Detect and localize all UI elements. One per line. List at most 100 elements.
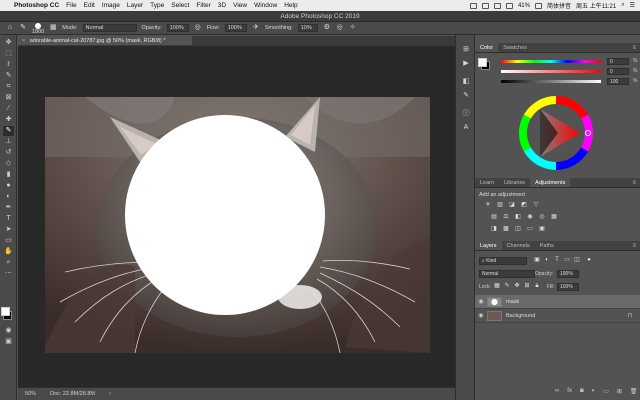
levels-icon[interactable]: ▥ <box>496 202 504 209</box>
lasso-tool-icon[interactable]: ℓ <box>3 60 14 70</box>
status-menu-icon[interactable]: › <box>109 388 111 400</box>
selective-color-icon[interactable]: ▣ <box>538 226 546 233</box>
layer-row-background[interactable]: ◉ Background ⊓ <box>475 309 640 323</box>
saturation-slider[interactable] <box>501 69 601 73</box>
layer-name-background[interactable]: Background <box>506 313 535 319</box>
foreground-color-swatch[interactable] <box>1 307 10 316</box>
hue-saturation-icon[interactable]: ▤ <box>490 214 498 221</box>
menu-image[interactable]: Image <box>102 2 120 9</box>
notification-icon[interactable]: ☰ <box>630 2 635 9</box>
slider-1-value[interactable]: 0 <box>607 57 629 65</box>
lock-transparent-icon[interactable]: ▦ <box>493 283 501 290</box>
brightness-contrast-icon[interactable]: ☀ <box>484 202 492 209</box>
filter-smart-object-icon[interactable]: ◫ <box>573 257 581 264</box>
brush-settings-icon[interactable]: ▦ <box>49 24 57 32</box>
frame-tool-icon[interactable]: ⊠ <box>3 93 14 103</box>
history-panel-icon[interactable]: ⊞ <box>461 45 471 54</box>
document-canvas[interactable] <box>45 97 430 353</box>
tab-layers[interactable]: Layers <box>475 241 502 250</box>
menu-window[interactable]: Window <box>254 2 277 9</box>
gradient-map-icon[interactable]: ▭ <box>526 226 534 233</box>
adjustments-panel-menu-icon[interactable]: ≡ <box>632 178 636 188</box>
zoom-level[interactable]: 50% <box>25 388 36 400</box>
home-icon[interactable]: ⌂ <box>6 24 14 32</box>
menu-view[interactable]: View <box>233 2 247 9</box>
menu-app-name[interactable]: Photoshop CC <box>14 2 59 9</box>
tab-adjustments[interactable]: Adjustments <box>530 178 571 187</box>
search-icon[interactable]: ⌕ <box>621 2 624 9</box>
layer-style-icon[interactable]: fx <box>567 388 572 395</box>
color-panel-menu-icon[interactable]: ≡ <box>632 43 636 53</box>
add-mask-icon[interactable]: ◙ <box>580 388 584 395</box>
input-method[interactable]: 简体拼音 <box>547 1 571 10</box>
blur-tool-icon[interactable]: ● <box>3 181 14 191</box>
gradient-tool-icon[interactable]: ▮ <box>3 170 14 180</box>
eyedropper-tool-icon[interactable]: ⁄ <box>3 104 14 114</box>
menu-help[interactable]: Help <box>284 2 297 9</box>
marquee-tool-icon[interactable]: ⬚ <box>3 49 14 59</box>
curves-icon[interactable]: ◪ <box>508 202 516 209</box>
invert-icon[interactable]: ◨ <box>490 226 498 233</box>
lock-position-icon[interactable]: ✥ <box>513 283 521 290</box>
hue-slider[interactable] <box>501 59 601 63</box>
brush-settings-panel-icon[interactable]: ✎ <box>461 91 471 100</box>
tab-color[interactable]: Color <box>475 43 499 52</box>
slider-3-value[interactable]: 100 <box>607 77 629 85</box>
tab-libraries[interactable]: Libraries <box>499 178 530 187</box>
color-slider-3[interactable]: 100 % <box>501 77 637 85</box>
smoothing-field[interactable]: 10% <box>297 24 318 32</box>
layer-opacity-field[interactable]: 100% <box>557 270 579 278</box>
eraser-tool-icon[interactable]: ◇ <box>3 159 14 169</box>
new-layer-icon[interactable]: ⊞ <box>617 388 622 395</box>
airbrush-icon[interactable]: ✈ <box>252 24 260 32</box>
type-tool-icon[interactable]: T <box>3 214 14 224</box>
posterize-icon[interactable]: ▩ <box>502 226 510 233</box>
tab-paths[interactable]: Paths <box>535 241 559 250</box>
pen-tool-icon[interactable]: ✒ <box>3 203 14 213</box>
color-wheel[interactable] <box>518 95 594 171</box>
hand-tool-icon[interactable]: ✋ <box>3 247 14 257</box>
visibility-eye-icon[interactable]: ◉ <box>475 312 487 319</box>
tab-swatches[interactable]: Swatches <box>498 43 532 52</box>
character-panel-icon[interactable]: A <box>461 123 471 132</box>
battery-percent[interactable]: 41% <box>518 3 530 9</box>
quick-select-tool-icon[interactable]: ✎ <box>3 71 14 81</box>
battery-icon[interactable] <box>534 2 542 9</box>
filter-toggle-icon[interactable]: ● <box>585 257 593 264</box>
link-layers-icon[interactable]: ∞ <box>555 388 559 395</box>
move-tool-icon[interactable]: ✥ <box>3 38 14 48</box>
layer-lock-icon[interactable]: ⊓ <box>628 313 632 319</box>
info-panel-icon[interactable]: ⓘ <box>461 109 471 118</box>
vibrance-icon[interactable]: ▽ <box>532 202 540 209</box>
brightness-slider[interactable] <box>501 79 601 83</box>
menu-filter[interactable]: Filter <box>196 2 210 9</box>
filter-pixel-icon[interactable]: ▣ <box>533 257 541 264</box>
clone-stamp-tool-icon[interactable]: ⊥ <box>3 137 14 147</box>
channel-mixer-icon[interactable]: ◎ <box>538 214 546 221</box>
mode-select[interactable]: Normal <box>82 24 137 32</box>
history-brush-tool-icon[interactable]: ↺ <box>3 148 14 158</box>
symmetry-icon[interactable]: ✧ <box>349 24 357 32</box>
path-selection-tool-icon[interactable]: ➤ <box>3 225 14 235</box>
more-tools-icon[interactable]: ⋯ <box>3 269 14 279</box>
shape-tool-icon[interactable]: ▭ <box>3 236 14 246</box>
exposure-icon[interactable]: ◩ <box>520 202 528 209</box>
quick-mask-icon[interactable]: ◉ <box>3 326 14 336</box>
screen-mode-icon[interactable]: ▣ <box>3 337 14 347</box>
menu-3d[interactable]: 3D <box>218 2 226 9</box>
color-slider-2[interactable]: 0 % <box>501 67 637 75</box>
dodge-tool-icon[interactable]: ◐ <box>3 192 14 202</box>
opacity-field[interactable]: 100% <box>166 24 189 32</box>
flow-field[interactable]: 100% <box>224 24 247 32</box>
menu-select[interactable]: Select <box>171 2 189 9</box>
delete-layer-icon[interactable]: 🗑︎ <box>630 388 638 395</box>
zoom-tool-icon[interactable]: ⌕ <box>3 258 14 268</box>
filter-type-icon[interactable]: T <box>553 257 561 264</box>
menu-layer[interactable]: Layer <box>127 2 143 9</box>
filter-adjustment-icon[interactable]: ◐ <box>543 257 551 264</box>
visibility-eye-icon[interactable]: ◉ <box>475 298 487 305</box>
lock-image-icon[interactable]: ✎ <box>503 283 511 290</box>
menu-type[interactable]: Type <box>150 2 164 9</box>
display-icon[interactable] <box>481 2 489 9</box>
lock-artboard-icon[interactable]: ⊞ <box>523 283 531 290</box>
